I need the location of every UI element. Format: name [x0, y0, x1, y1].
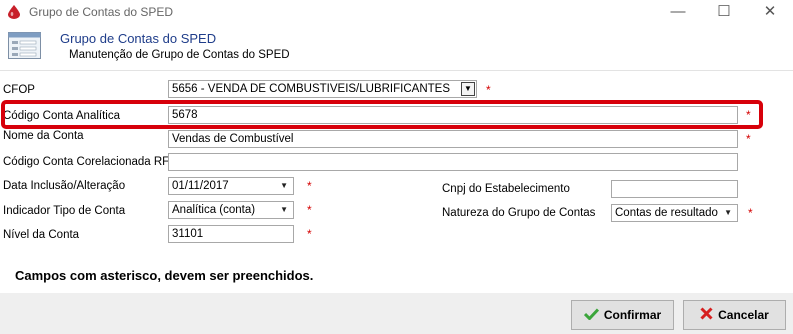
natureza-label: Natureza do Grupo de Contas — [442, 207, 596, 219]
close-button[interactable]: ✕ — [747, 0, 793, 25]
cnpj-input[interactable] — [611, 180, 738, 198]
footer-bar — [0, 293, 793, 334]
cfop-dropdown-button[interactable]: ▼ — [461, 82, 475, 96]
nivel-input[interactable]: 31101 — [168, 225, 294, 243]
codigo-rfb-input[interactable] — [168, 153, 738, 171]
app-drop-icon — [8, 5, 20, 19]
natureza-select[interactable]: Contas de resultado ▼ — [611, 204, 738, 222]
chevron-down-icon[interactable]: ▼ — [280, 202, 288, 218]
nome-conta-required-marker: * — [746, 132, 751, 146]
nome-conta-label: Nome da Conta — [3, 130, 84, 142]
cancel-button[interactable]: Cancelar — [683, 300, 786, 330]
cfop-required-marker: * — [486, 83, 491, 97]
form-window-icon — [8, 32, 41, 59]
chevron-down-icon[interactable]: ▼ — [280, 178, 288, 194]
indicador-tipo-required-marker: * — [307, 203, 312, 217]
minimize-button[interactable]: — — [655, 0, 701, 25]
nivel-required-marker: * — [307, 227, 312, 241]
x-cancel-icon — [700, 307, 713, 320]
data-inclusao-value: 01/11/2017 — [172, 180, 229, 192]
maximize-button[interactable]: ☐ — [701, 0, 747, 25]
header-title: Grupo de Contas do SPED — [60, 31, 217, 46]
window-title: Grupo de Contas do SPED — [29, 5, 174, 19]
cancel-label: Cancelar — [718, 308, 769, 322]
cfop-select[interactable]: 5656 - VENDA DE COMBUSTIVEIS/LUBRIFICANT… — [168, 80, 477, 98]
confirm-button[interactable]: Confirmar — [571, 300, 674, 330]
confirm-label: Confirmar — [603, 308, 662, 322]
cfop-label: CFOP — [3, 84, 35, 96]
data-inclusao-label: Data Inclusão/Alteração — [3, 180, 126, 192]
header-subtitle: Manutenção de Grupo de Contas do SPED — [69, 49, 290, 61]
required-fields-note: Campos com asterisco, devem ser preenchi… — [15, 268, 314, 283]
natureza-value: Contas de resultado — [615, 207, 718, 219]
indicador-tipo-select[interactable]: Analítica (conta) ▼ — [168, 201, 294, 219]
nome-conta-input[interactable]: Vendas de Combustível — [168, 130, 738, 148]
indicador-tipo-label: Indicador Tipo de Conta — [3, 205, 126, 217]
highlight-box — [1, 100, 763, 129]
chevron-down-icon[interactable]: ▼ — [724, 205, 732, 221]
cfop-value: 5656 - VENDA DE COMBUSTIVEIS/LUBRIFICANT… — [172, 83, 450, 95]
cnpj-label: Cnpj do Estabelecimento — [442, 183, 570, 195]
data-inclusao-picker[interactable]: 01/11/2017 ▼ — [168, 177, 294, 195]
checkmark-icon — [583, 308, 599, 320]
nivel-label: Nível da Conta — [3, 229, 80, 241]
data-inclusao-required-marker: * — [307, 179, 312, 193]
codigo-rfb-label: Código Conta Corelacionada RFB — [3, 156, 177, 168]
natureza-required-marker: * — [748, 206, 753, 220]
indicador-tipo-value: Analítica (conta) — [172, 204, 256, 216]
